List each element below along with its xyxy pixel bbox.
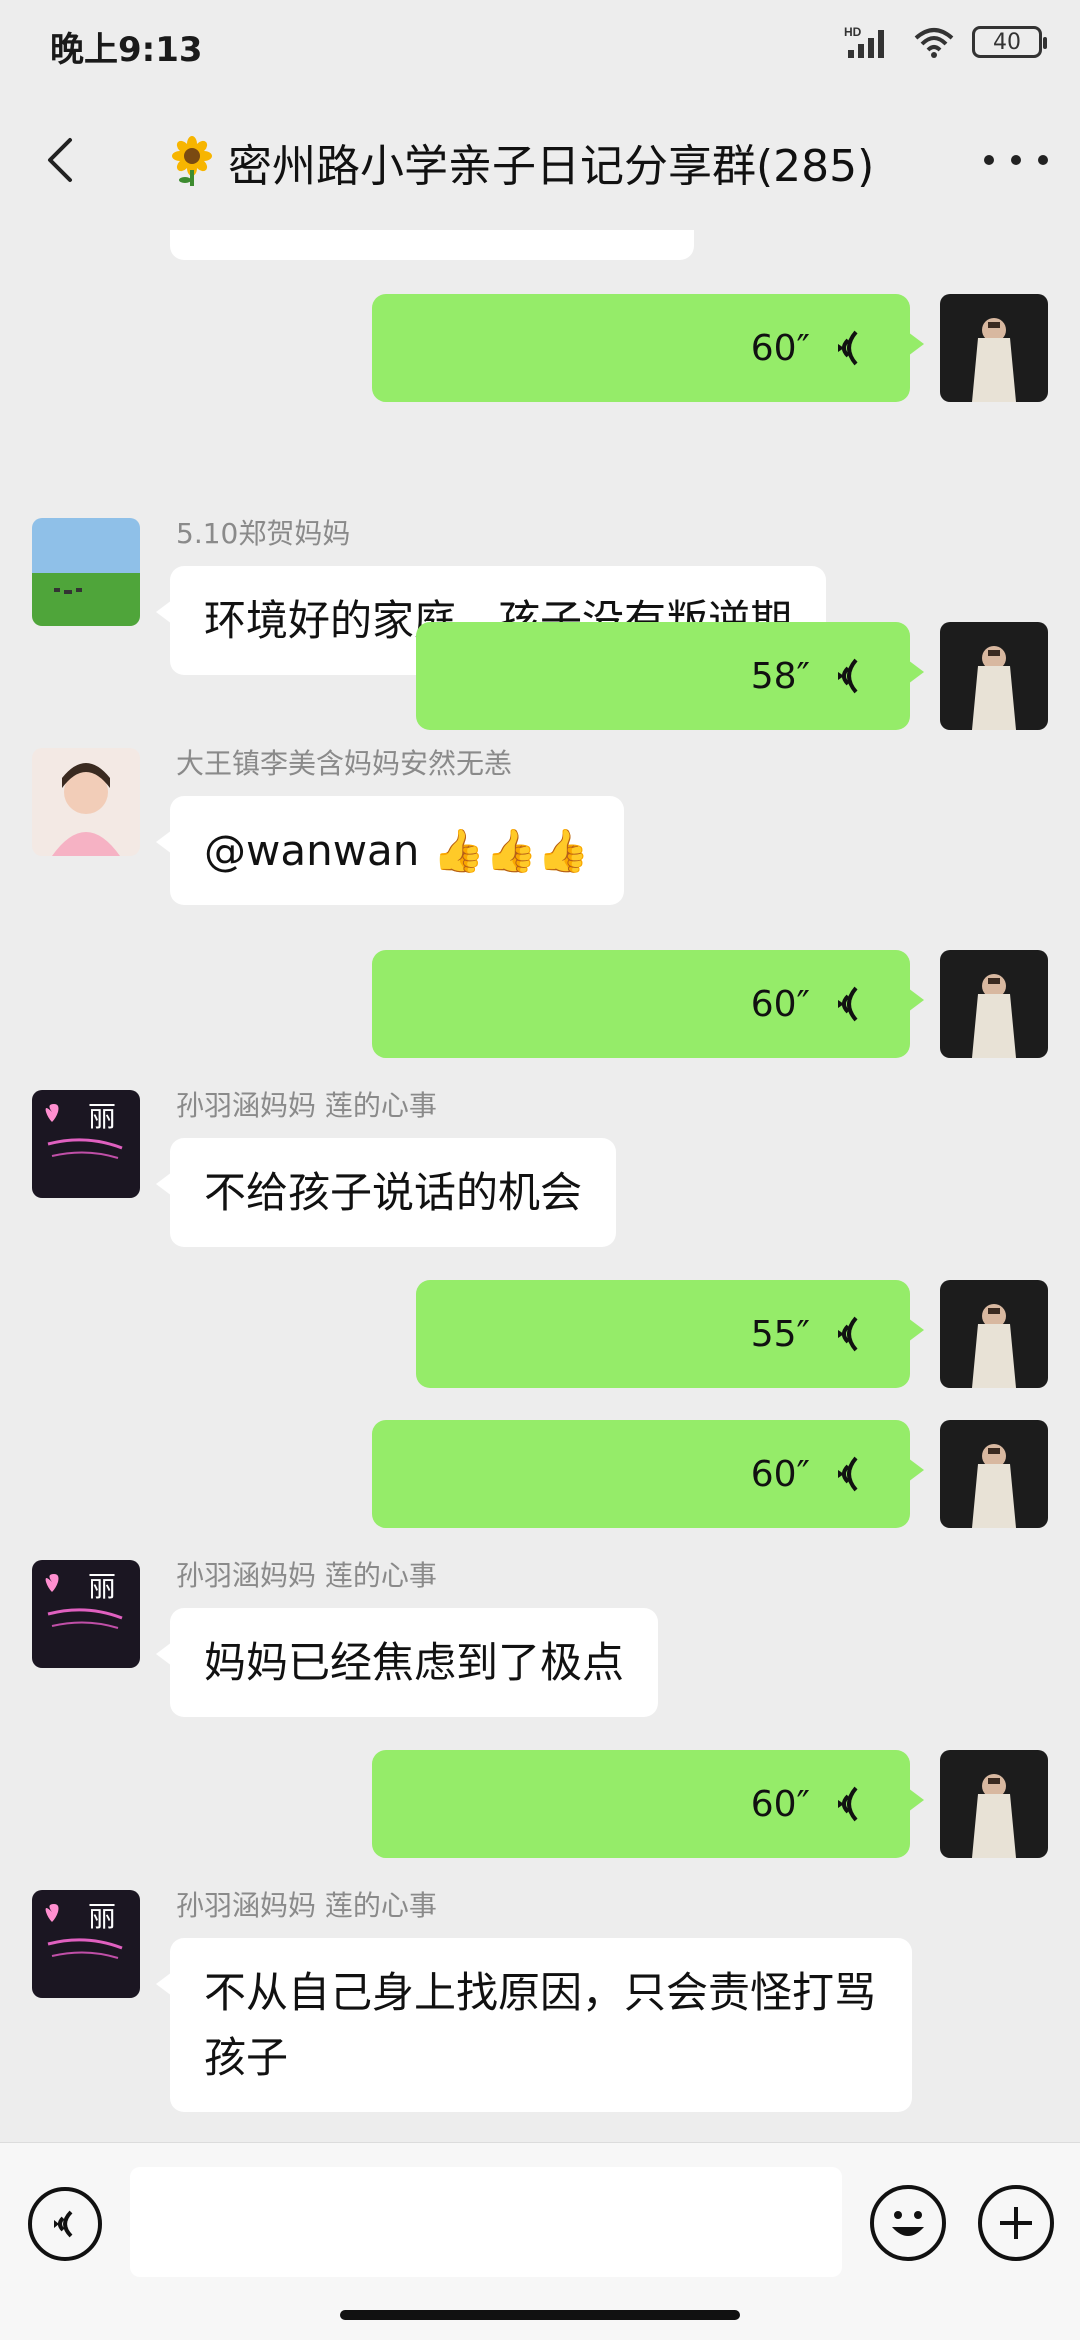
more-input-button[interactable] bbox=[978, 2185, 1054, 2261]
wifi-icon bbox=[914, 28, 954, 58]
my-avatar[interactable] bbox=[940, 622, 1048, 730]
portrait-icon bbox=[940, 1750, 1048, 1858]
voice-duration: 60″ bbox=[750, 327, 810, 369]
neon-text: 丽 bbox=[88, 1570, 116, 1603]
sender-avatar[interactable]: 丽 bbox=[32, 1560, 140, 1668]
voice-wave-icon bbox=[838, 658, 858, 694]
sender-name: 大王镇李美含妈妈安然无恙 bbox=[176, 747, 513, 780]
neon-heart-avatar-icon: 丽 bbox=[32, 1890, 140, 1998]
emoji-icon bbox=[892, 2211, 924, 2236]
more-dot bbox=[1011, 155, 1021, 165]
status-time: 晚上9:13 bbox=[50, 30, 203, 70]
portrait-icon bbox=[940, 1280, 1048, 1388]
battery-level: 40 bbox=[993, 29, 1021, 55]
message-input[interactable] bbox=[130, 2167, 842, 2277]
voice-wave-icon bbox=[838, 1456, 858, 1492]
grassland-avatar-icon bbox=[32, 518, 140, 626]
status-icons: HD 40 bbox=[844, 24, 1047, 60]
text-message-bubble[interactable]: 妈妈已经焦虑到了极点 bbox=[155, 1608, 659, 1718]
my-avatar[interactable] bbox=[940, 1750, 1048, 1858]
voice-message-bubble[interactable]: 58″ bbox=[416, 622, 924, 730]
status-bar: 晚上9:13 HD 40 bbox=[0, 0, 1080, 90]
partial-message-bubble[interactable] bbox=[170, 230, 694, 260]
voice-message-bubble[interactable]: 60″ bbox=[372, 294, 924, 402]
sender-name: 5.10郑贺妈妈 bbox=[176, 517, 351, 550]
emoji-button[interactable] bbox=[870, 2185, 946, 2261]
chat-screen: 晚上9:13 HD 40 密州路小学亲子日记分享群(285) 60″ 5.10郑… bbox=[0, 0, 1080, 2340]
my-avatar[interactable] bbox=[940, 950, 1048, 1058]
sender-avatar[interactable]: 丽 bbox=[32, 1890, 140, 1998]
svg-text:HD: HD bbox=[844, 25, 862, 39]
sender-avatar[interactable]: 丽 bbox=[32, 1090, 140, 1198]
neon-heart-avatar-icon: 丽 bbox=[32, 1090, 140, 1198]
battery-indicator: 40 bbox=[972, 26, 1047, 58]
chat-title-text: 密州路小学亲子日记分享群(285) bbox=[228, 141, 875, 192]
signal-icon: HD bbox=[844, 25, 884, 58]
message-list[interactable]: 60″ 5.10郑贺妈妈 环境好的家庭，孩子没有叛逆期 58″ 大王镇李美含妈妈… bbox=[0, 230, 1080, 2142]
neon-text: 丽 bbox=[88, 1100, 116, 1133]
voice-duration: 55″ bbox=[750, 1313, 810, 1355]
sender-avatar[interactable] bbox=[32, 748, 140, 856]
sender-avatar[interactable] bbox=[32, 518, 140, 626]
nav-bar: 密州路小学亲子日记分享群(285) bbox=[0, 90, 1080, 230]
voice-message-bubble[interactable]: 60″ bbox=[372, 1750, 924, 1858]
voice-duration: 60″ bbox=[750, 1783, 810, 1825]
more-options-button[interactable] bbox=[984, 140, 1048, 180]
my-avatar[interactable] bbox=[940, 1420, 1048, 1528]
voice-wave-icon bbox=[838, 1786, 858, 1822]
neon-text: 丽 bbox=[88, 1900, 116, 1933]
portrait-icon bbox=[940, 1420, 1048, 1528]
text-message-bubble[interactable]: @wanwan 👍👍👍 bbox=[156, 796, 624, 906]
sender-name: 孙羽涵妈妈 莲的心事 bbox=[176, 1889, 437, 1922]
voice-wave-icon bbox=[838, 330, 858, 366]
voice-duration: 60″ bbox=[750, 983, 810, 1025]
voice-message-bubble[interactable]: 60″ bbox=[372, 1420, 924, 1528]
sender-name: 孙羽涵妈妈 莲的心事 bbox=[176, 1089, 437, 1122]
sunflower-icon bbox=[172, 136, 212, 186]
voice-duration: 60″ bbox=[750, 1453, 810, 1495]
portrait-icon bbox=[940, 294, 1048, 402]
more-dot bbox=[984, 155, 994, 165]
text-message-bubble[interactable]: 不给孩子说话的机会 bbox=[155, 1138, 617, 1248]
back-icon[interactable] bbox=[32, 130, 92, 190]
text-message-bubble[interactable]: 不从自己身上找原因，只会责怪打骂孩子 bbox=[156, 1938, 912, 2113]
sender-name: 孙羽涵妈妈 莲的心事 bbox=[176, 1559, 437, 1592]
voice-message-bubble[interactable]: 55″ bbox=[416, 1280, 924, 1388]
portrait-icon bbox=[940, 622, 1048, 730]
voice-duration: 58″ bbox=[750, 655, 810, 697]
more-dot bbox=[1038, 155, 1048, 165]
home-indicator[interactable] bbox=[340, 2310, 740, 2320]
chat-title: 密州路小学亲子日记分享群(285) bbox=[166, 130, 874, 194]
voice-message-bubble[interactable]: 60″ bbox=[372, 950, 924, 1058]
plus-icon bbox=[1000, 2207, 1032, 2239]
my-avatar[interactable] bbox=[940, 1280, 1048, 1388]
voice-mode-icon bbox=[54, 2210, 73, 2238]
voice-wave-icon bbox=[838, 986, 858, 1022]
portrait-icon bbox=[940, 950, 1048, 1058]
voice-wave-icon bbox=[838, 1316, 858, 1352]
voice-input-toggle[interactable] bbox=[28, 2187, 102, 2261]
neon-heart-avatar-icon: 丽 bbox=[32, 1560, 140, 1668]
my-avatar[interactable] bbox=[940, 294, 1048, 402]
girl-avatar-icon bbox=[32, 748, 140, 856]
